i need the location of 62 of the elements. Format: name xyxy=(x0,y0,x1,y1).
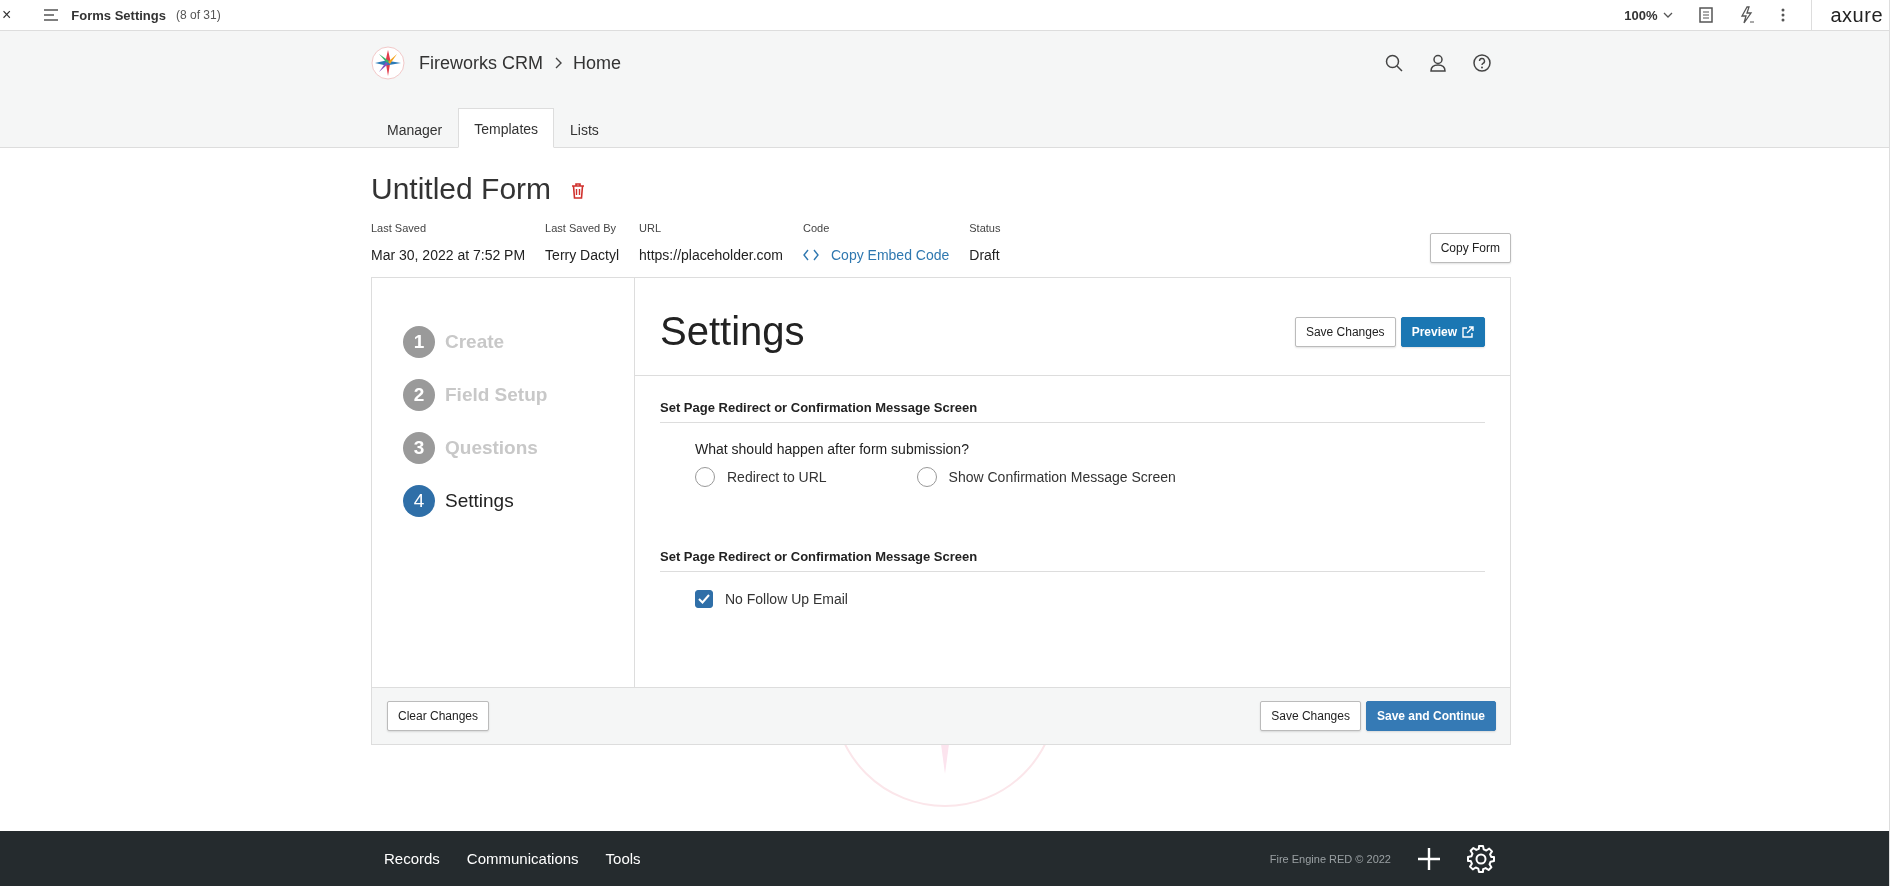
brand-logo: axure xyxy=(1811,0,1883,31)
settings-icon[interactable] xyxy=(1467,844,1495,873)
app-name[interactable]: Fireworks CRM xyxy=(419,52,543,74)
step-item[interactable]: 4 Settings xyxy=(403,485,634,517)
option-label: No Follow Up Email xyxy=(725,591,848,607)
menu-icon[interactable] xyxy=(43,8,60,22)
code-icon xyxy=(803,249,819,261)
question-text: What should happen after form submission? xyxy=(695,441,970,457)
compass-logo-icon[interactable] xyxy=(371,46,405,80)
clear-changes-button[interactable]: Clear Changes xyxy=(387,701,490,731)
document-icon[interactable] xyxy=(1699,7,1714,23)
meta-label: Code xyxy=(803,222,831,234)
step-number: 3 xyxy=(403,432,435,464)
step-number: 1 xyxy=(403,326,435,358)
meta-label: Last Saved By xyxy=(545,222,618,234)
chevron-right-icon xyxy=(555,57,563,69)
save-and-continue-button[interactable]: Save and Continue xyxy=(1365,701,1496,731)
lightning-icon[interactable] xyxy=(1739,6,1756,24)
tab[interactable]: Templates xyxy=(458,108,555,148)
settings-title: Settings xyxy=(660,309,805,354)
step-number: 4 xyxy=(403,485,435,517)
user-icon[interactable] xyxy=(1429,54,1447,72)
breadcrumb-item: Home xyxy=(573,52,621,74)
preview-button[interactable]: Preview xyxy=(1400,316,1485,347)
checkbox[interactable] xyxy=(695,590,713,608)
trash-icon[interactable] xyxy=(571,183,586,199)
save-changes-button[interactable]: Save Changes xyxy=(1260,701,1361,731)
save-changes-button[interactable]: Save Changes xyxy=(1294,316,1396,347)
section-heading: Set Page Redirect or Confirmation Message Screen xyxy=(660,400,1485,423)
meta-value: Mar 30, 2022 at 7:52 PM xyxy=(371,247,526,263)
help-icon[interactable] xyxy=(1473,54,1491,72)
radio-button[interactable] xyxy=(916,467,937,487)
meta-label: Last Saved xyxy=(371,222,428,234)
nav-link[interactable]: Records xyxy=(384,850,440,867)
copyright-text: Fire Engine RED © 2022 xyxy=(1269,852,1391,865)
page-count: (8 of 31) xyxy=(175,8,221,22)
option-label: Show Confirmation Message Screen xyxy=(948,469,1176,485)
step-number: 2 xyxy=(403,379,435,411)
meta-value: Terry Dactyl xyxy=(545,247,619,263)
tab[interactable]: Lists xyxy=(554,108,615,148)
copy-embed-code-link[interactable]: Copy Embed Code xyxy=(803,247,950,263)
close-button[interactable]: × xyxy=(0,6,16,24)
meta-value: https://placeholder.com xyxy=(639,247,783,263)
external-link-icon xyxy=(1462,325,1474,338)
option-label: Redirect to URL xyxy=(727,469,827,485)
zoom-dropdown[interactable]: 100% xyxy=(1624,7,1674,23)
tab[interactable]: Manager xyxy=(371,108,459,148)
step-label: Settings xyxy=(445,490,514,512)
radio-button[interactable] xyxy=(695,467,715,487)
copy-form-button[interactable]: Copy Form xyxy=(1429,233,1511,263)
meta-label: URL xyxy=(639,222,662,234)
section-heading: Set Page Redirect or Confirmation Message Screen xyxy=(660,549,1485,572)
nav-link[interactable]: Communications xyxy=(466,850,579,867)
caret-icon xyxy=(1663,12,1674,18)
page-title: Forms Settings xyxy=(71,7,166,23)
meta-value: Draft xyxy=(969,247,1001,263)
meta-label: Status xyxy=(969,222,1001,234)
more-icon[interactable] xyxy=(1781,7,1786,23)
form-title: Untitled Form xyxy=(371,172,552,206)
nav-link[interactable]: Tools xyxy=(605,850,641,867)
search-icon[interactable] xyxy=(1385,54,1403,72)
plus-icon[interactable] xyxy=(1417,846,1441,871)
